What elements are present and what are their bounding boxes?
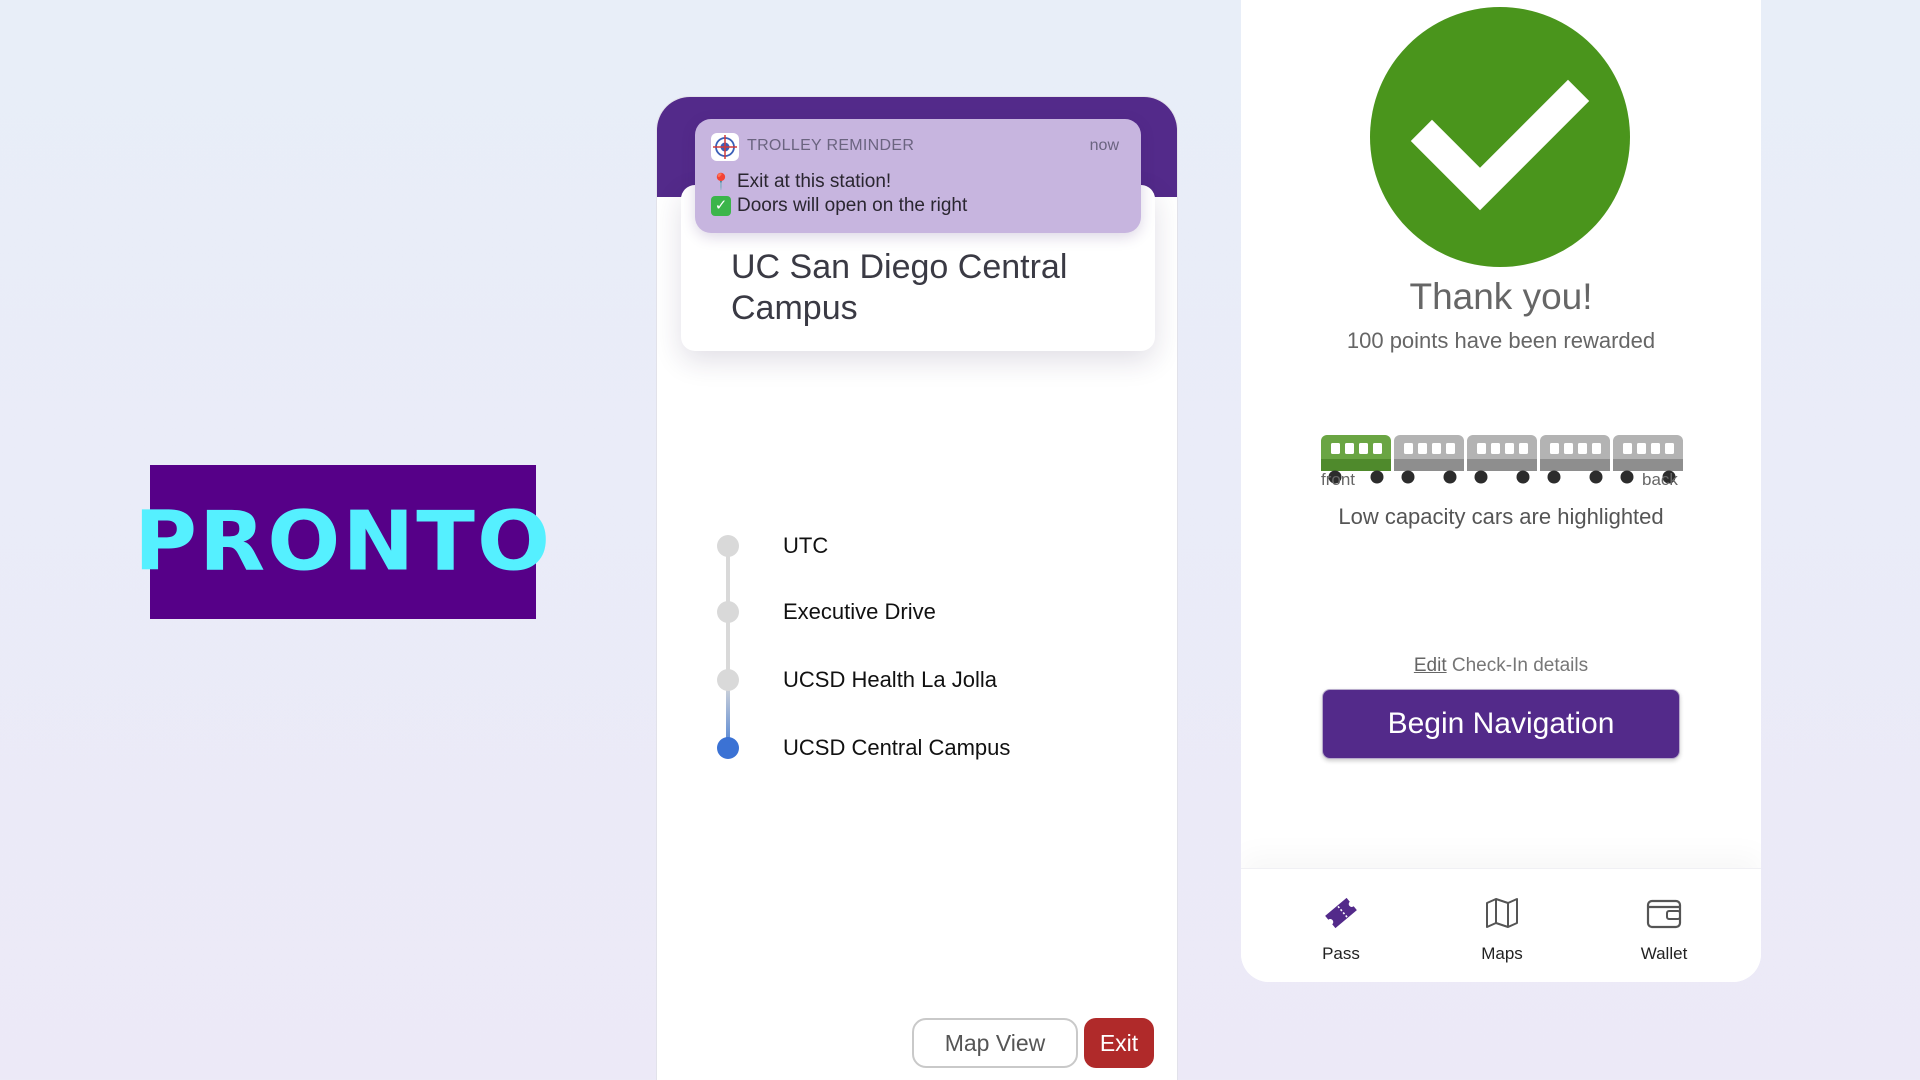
- stop-item: UTC: [717, 533, 828, 559]
- nav-label: Pass: [1322, 944, 1360, 963]
- edit-checkin-row: Edit Check-In details: [1241, 655, 1761, 677]
- notification-line2: Doors will open on the right: [737, 195, 968, 216]
- notification-line-doors: ✓ Doors will open on the right: [711, 195, 967, 217]
- nav-item-maps[interactable]: Maps: [1442, 895, 1562, 964]
- pin-icon: 📍: [711, 174, 731, 191]
- begin-navigation-button[interactable]: Begin Navigation: [1322, 689, 1680, 759]
- train-front-label: front: [1321, 470, 1356, 489]
- stop-item-current: UCSD Central Campus: [717, 735, 1010, 761]
- stop-item: Executive Drive: [717, 599, 936, 625]
- train-car: [1467, 435, 1537, 484]
- bottom-nav: Pass Maps Wallet: [1241, 868, 1761, 982]
- stop-item: UCSD Health La Jolla: [717, 667, 997, 693]
- points-reward-text: 100 points have been rewarded: [1346, 328, 1656, 353]
- nav-label: Wallet: [1640, 944, 1688, 963]
- edit-link[interactable]: Edit: [1414, 655, 1447, 676]
- success-check-icon: [1370, 7, 1630, 267]
- notification-app-name: TROLLEY REMINDER: [747, 137, 915, 154]
- train-car: [1394, 435, 1464, 484]
- notification-line-exit: 📍 Exit at this station!: [711, 171, 891, 193]
- station-name: UC San Diego Central Campus: [731, 248, 1068, 327]
- stop-label: UCSD Central Campus: [783, 735, 1011, 760]
- crosshair-icon: [711, 133, 739, 161]
- map-icon: [1483, 895, 1521, 936]
- notification-line1: Exit at this station!: [737, 171, 892, 192]
- edit-checkin-text: Check-In details: [1446, 655, 1589, 676]
- ticket-icon: [1322, 895, 1360, 936]
- trolley-notification[interactable]: TROLLEY REMINDER now 📍 Exit at this stat…: [695, 119, 1141, 233]
- notification-time: now: [1089, 137, 1119, 154]
- stop-label: UCSD Health La Jolla: [783, 667, 997, 692]
- confirmation-screen: Thank you! 100 points have been rewarded…: [1241, 0, 1761, 982]
- nav-item-pass[interactable]: Pass: [1281, 895, 1401, 964]
- train-capacity-diagram: [1321, 435, 1683, 484]
- capacity-note: Low capacity cars are highlighted: [1338, 504, 1664, 529]
- logo-text: PRONTO: [133, 494, 553, 590]
- stop-dot: [717, 601, 739, 623]
- nav-item-wallet[interactable]: Wallet: [1604, 895, 1724, 964]
- stop-dot: [717, 535, 739, 557]
- stop-list: UTC Executive Drive UCSD Health La Jolla…: [717, 533, 1137, 793]
- current-stop-dot: [717, 737, 739, 759]
- nav-label: Maps: [1481, 944, 1523, 963]
- train-car: [1540, 435, 1610, 484]
- wallet-icon: [1645, 895, 1683, 936]
- stop-label: Executive Drive: [783, 599, 936, 624]
- route-line: [726, 547, 730, 751]
- stop-dot: [717, 669, 739, 691]
- stop-label: UTC: [783, 533, 829, 558]
- exit-button[interactable]: Exit: [1084, 1018, 1154, 1068]
- trip-screen: UC San Diego Central Campus TROLLEY REMI…: [656, 96, 1178, 1080]
- map-view-button[interactable]: Map View: [912, 1018, 1078, 1068]
- pronto-logo: PRONTO: [134, 465, 550, 619]
- thank-you-heading: Thank you!: [1409, 276, 1593, 317]
- check-box-icon: ✓: [711, 196, 731, 216]
- train-back-label: back: [1642, 470, 1678, 489]
